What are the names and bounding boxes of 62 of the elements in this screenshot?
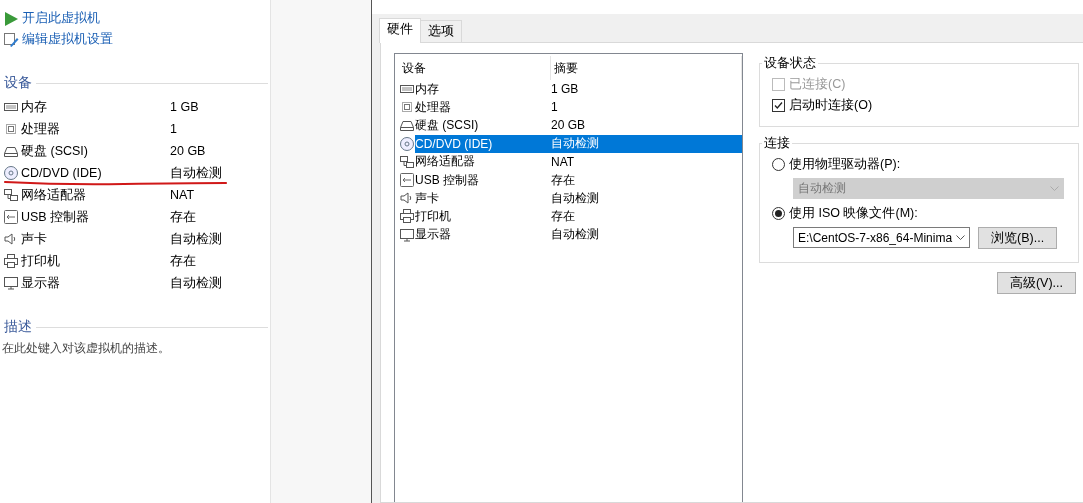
device-value: 1	[170, 122, 178, 136]
list-row[interactable]: 内存 1 GB	[415, 80, 742, 99]
device-name[interactable]: 声卡	[21, 230, 47, 248]
disc-icon	[399, 135, 415, 152]
checkmark-icon	[774, 101, 783, 110]
action-link[interactable]: 编辑虚拟机设置	[0, 29, 270, 50]
device-value: 自动检测	[170, 230, 223, 248]
usb-icon	[3, 209, 19, 225]
device-value: 自动检测	[170, 274, 223, 292]
list-row[interactable]: 处理器 1	[415, 98, 742, 117]
description-field[interactable]: 在此处键入对该虚拟机的描述。	[2, 340, 262, 360]
printer-icon	[399, 208, 415, 225]
advanced-button[interactable]: 高级(V)...	[996, 272, 1076, 294]
list-row[interactable]: CD/DVD (IDE) 自动检测	[415, 134, 742, 153]
printer-icon	[3, 253, 19, 269]
column-header[interactable]: 设备	[399, 56, 551, 80]
browse-button[interactable]: 浏览(B)...	[978, 227, 1058, 249]
checkbox[interactable]: 启动时连接(O)	[772, 95, 1068, 116]
device-value: 自动检测	[170, 164, 223, 182]
chevron-icon	[956, 234, 966, 241]
device-name[interactable]: 显示器	[21, 274, 60, 292]
device-value: 1 GB	[170, 100, 200, 114]
monitor-icon	[3, 275, 19, 291]
list-row[interactable]: 声卡 自动检测	[415, 189, 742, 208]
device-value: 20 GB	[170, 144, 207, 158]
option-label[interactable]: 使用 ISO 映像文件(M):	[789, 205, 918, 222]
action-link[interactable]: 开启此虚拟机	[0, 8, 270, 29]
device-name[interactable]: CD/DVD (IDE)	[21, 166, 102, 180]
device-value: 存在	[170, 208, 197, 226]
dropdown[interactable]: E:\CentOS-7-x86_64-Minima	[793, 227, 971, 248]
device-name[interactable]: 硬盘 (SCSI)	[21, 142, 88, 160]
device-value: 存在	[170, 252, 197, 270]
device-name[interactable]: 处理器	[21, 120, 60, 138]
list-row[interactable]: 硬盘 (SCSI) 20 GB	[415, 116, 742, 135]
tab[interactable]: 硬件	[379, 18, 421, 43]
option-label[interactable]: 使用物理驱动器(P):	[789, 156, 901, 173]
device-name[interactable]: 打印机	[21, 252, 60, 270]
tab[interactable]: 选项	[420, 20, 462, 42]
list-row[interactable]: USB 控制器 存在	[415, 170, 742, 190]
column-header[interactable]: 摘要	[551, 56, 742, 80]
device-value: NAT	[170, 188, 196, 202]
list-row[interactable]: 网络适配器 NAT	[415, 152, 742, 171]
device-name[interactable]: USB 控制器	[21, 208, 90, 226]
group-title: 连接	[763, 135, 791, 152]
chip-icon	[3, 121, 19, 137]
usb-icon	[399, 172, 415, 189]
radio-button[interactable]	[772, 158, 785, 171]
list-row[interactable]: 显示器 自动检测	[415, 225, 742, 244]
disc-icon	[3, 165, 19, 181]
section-heading: 描述	[4, 318, 32, 336]
list-row[interactable]: 打印机 存在	[415, 207, 742, 226]
device-name[interactable]: 内存	[21, 98, 47, 116]
device-name[interactable]: 网络适配器	[21, 186, 86, 204]
chevron-icon	[1050, 185, 1059, 192]
play-icon	[3, 10, 19, 27]
network-icon	[3, 187, 19, 203]
radio-button[interactable]	[772, 207, 785, 220]
edit-icon	[3, 31, 19, 48]
section-heading: 设备	[4, 74, 32, 92]
monitor-icon	[399, 226, 415, 243]
group-title: 设备状态	[763, 55, 817, 72]
network-icon	[399, 153, 415, 170]
